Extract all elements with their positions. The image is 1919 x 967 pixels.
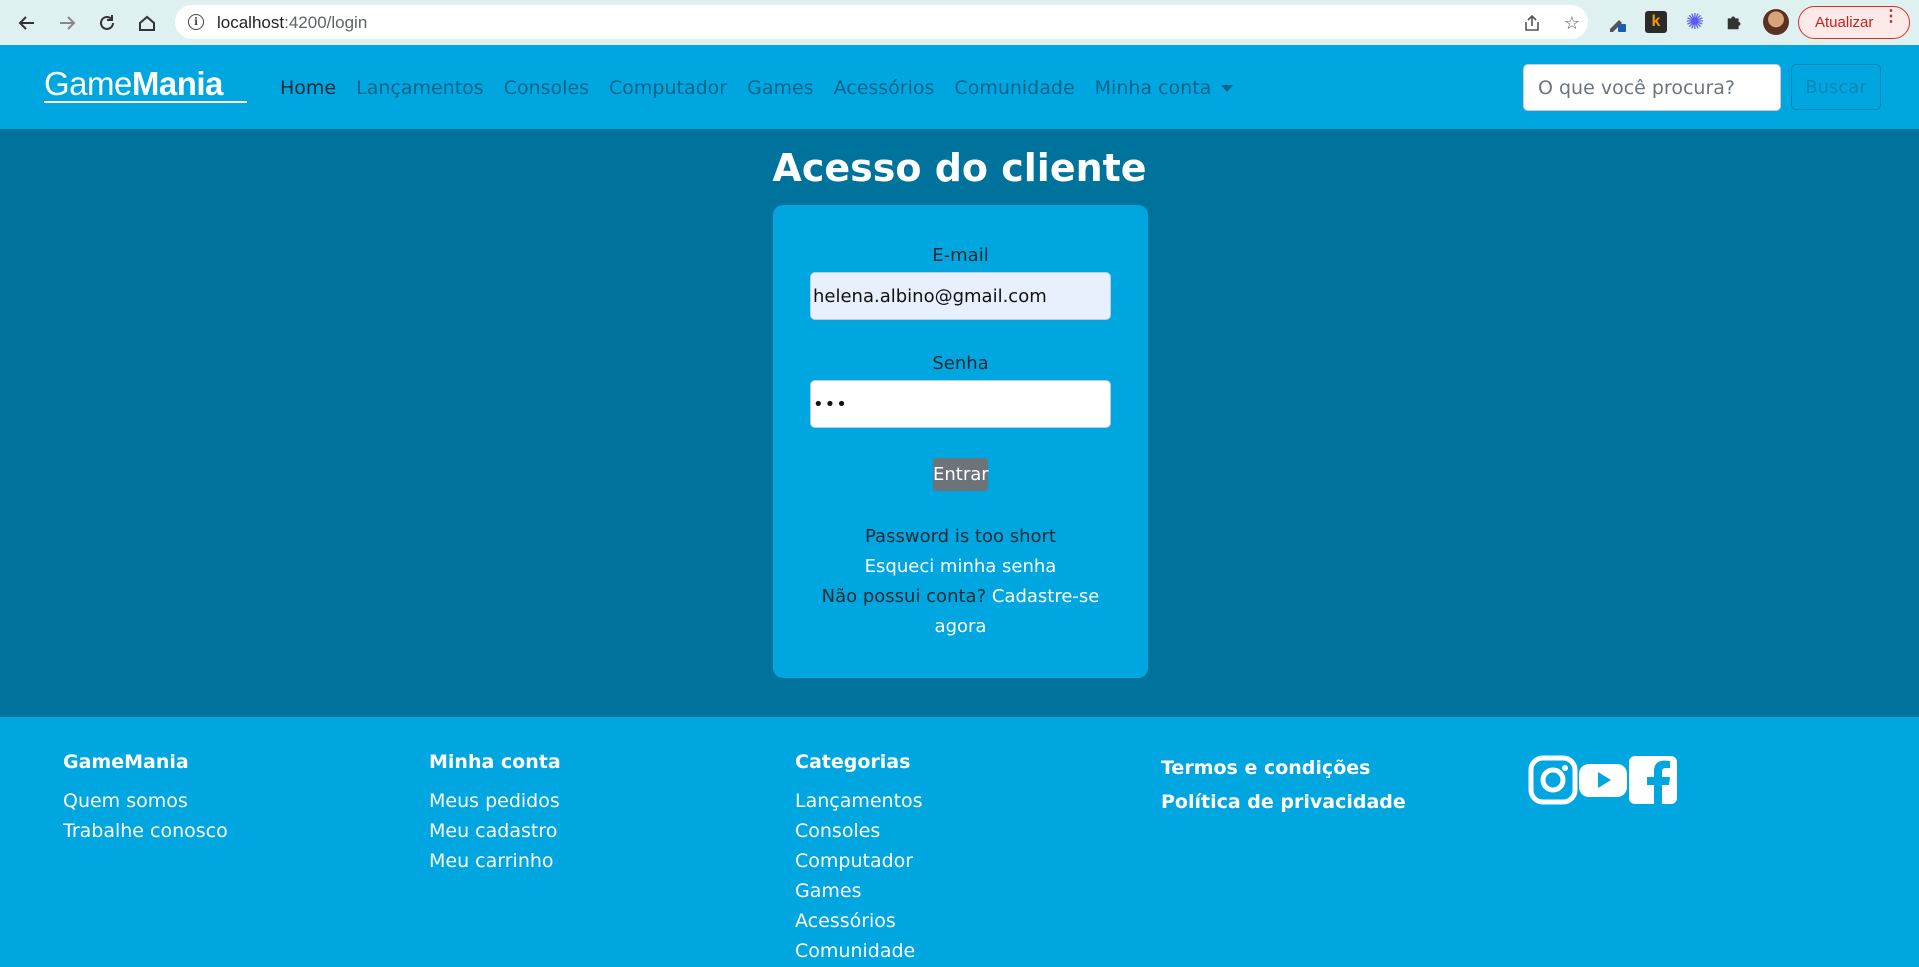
facebook-icon[interactable]	[1628, 755, 1678, 805]
nav-dropdown-minha-conta[interactable]: Minha conta	[1095, 77, 1234, 99]
site-navbar: GameMania Home Lançamentos Consoles Comp…	[0, 45, 1919, 129]
footer-heading-categorias: Categorias	[795, 751, 911, 773]
nav-link-acessorios[interactable]: Acessórios	[834, 77, 935, 99]
footer-col-categorias: Categorias Lançamentos Consoles Computad…	[795, 751, 923, 966]
update-button[interactable]: Atualizar ⋮	[1798, 6, 1910, 39]
minha-conta-label: Minha conta	[1094, 77, 1212, 99]
footer-link-games[interactable]: Games	[795, 876, 923, 906]
logo-light-text: Game	[44, 65, 132, 102]
login-submit-button[interactable]: Entrar	[933, 458, 989, 491]
logo-underline	[44, 101, 247, 103]
footer-link-privacidade[interactable]: Política de privacidade	[1161, 785, 1406, 819]
email-field[interactable]	[810, 272, 1111, 320]
footer-link-comunidade[interactable]: Comunidade	[795, 936, 923, 966]
footer-link-termos[interactable]: Termos e condições	[1161, 751, 1406, 785]
signup-link[interactable]: Cadastre-se	[992, 586, 1100, 607]
address-bar[interactable]: i localhost:4200/login ☆	[175, 5, 1588, 39]
forgot-password-link[interactable]: Esqueci minha senha	[865, 556, 1057, 577]
footer-link-lancamentos[interactable]: Lançamentos	[795, 786, 923, 816]
nav-link-comunidade[interactable]: Comunidade	[954, 77, 1074, 99]
footer-link-trabalhe-conosco[interactable]: Trabalhe conosco	[63, 816, 228, 846]
browser-toolbar: i localhost:4200/login ☆ k ✺ Atualizar ⋮	[0, 0, 1919, 45]
share-icon[interactable]	[1522, 13, 1542, 33]
footer-link-acessorios[interactable]: Acessórios	[795, 906, 923, 936]
eyedropper-extension-icon[interactable]	[1606, 11, 1628, 33]
home-icon[interactable]	[132, 8, 162, 38]
password-error-message: Password is too short	[865, 526, 1056, 547]
password-field[interactable]	[810, 380, 1111, 428]
site-footer: GameMania Quem somos Trabalhe conosco Mi…	[0, 717, 1919, 967]
snowflake-extension-icon[interactable]: ✺	[1684, 10, 1706, 35]
url-host: localhost	[217, 13, 285, 32]
nav-link-lancamentos[interactable]: Lançamentos	[356, 77, 484, 99]
info-icon[interactable]: i	[188, 14, 204, 30]
forward-icon[interactable]	[52, 8, 82, 38]
login-form-card: E-mail Senha Entrar Password is too shor…	[773, 205, 1148, 678]
footer-link-meu-carrinho[interactable]: Meu carrinho	[429, 846, 561, 876]
url-path: :4200/login	[284, 13, 368, 32]
puzzle-extensions-icon[interactable]	[1724, 11, 1746, 33]
footer-heading-minha-conta: Minha conta	[429, 751, 561, 773]
signup-link-continued[interactable]: agora	[935, 616, 987, 637]
signup-prompt: Não possui conta?	[821, 586, 987, 607]
signup-line: Não possui conta? Cadastre-se	[773, 582, 1148, 612]
footer-col-legal: Termos e condições Política de privacida…	[1161, 751, 1406, 819]
footer-col-minha-conta: Minha conta Meus pedidos Meu cadastro Me…	[429, 751, 561, 876]
k-extension-icon[interactable]: k	[1645, 11, 1667, 33]
caret-down-icon	[1221, 85, 1234, 92]
footer-link-meus-pedidos[interactable]: Meus pedidos	[429, 786, 561, 816]
footer-link-quem-somos[interactable]: Quem somos	[63, 786, 228, 816]
youtube-icon[interactable]	[1578, 755, 1628, 805]
footer-col-gamemania: GameMania Quem somos Trabalhe conosco	[63, 751, 228, 846]
nav-link-home[interactable]: Home	[280, 77, 336, 99]
update-label: Atualizar	[1815, 14, 1874, 31]
nav-link-consoles[interactable]: Consoles	[504, 77, 589, 99]
footer-heading-gamemania: GameMania	[63, 751, 189, 773]
profile-avatar[interactable]	[1763, 9, 1789, 35]
footer-link-computador[interactable]: Computador	[795, 846, 923, 876]
nav-link-computador[interactable]: Computador	[609, 77, 727, 99]
footer-link-meu-cadastro[interactable]: Meu cadastro	[429, 816, 561, 846]
nav-link-games[interactable]: Games	[747, 77, 813, 99]
more-menu-icon[interactable]: ⋮	[1883, 9, 1899, 25]
url-text: localhost:4200/login	[217, 13, 367, 33]
email-label: E-mail	[932, 245, 989, 266]
nav-links: Home Lançamentos Consoles Computador Gam…	[280, 77, 1253, 99]
instagram-icon[interactable]	[1528, 755, 1578, 805]
page-title: Acesso do cliente	[772, 146, 1147, 190]
back-icon[interactable]	[12, 8, 42, 38]
bookmark-star-icon[interactable]: ☆	[1562, 13, 1582, 34]
logo-bold-text: Mania	[131, 65, 224, 102]
search-input[interactable]	[1523, 64, 1781, 111]
search-button[interactable]: Buscar	[1791, 64, 1881, 110]
password-label: Senha	[932, 353, 989, 374]
gamemania-logo[interactable]: GameMania	[44, 67, 223, 100]
footer-link-consoles[interactable]: Consoles	[795, 816, 923, 846]
reload-icon[interactable]	[92, 8, 122, 38]
